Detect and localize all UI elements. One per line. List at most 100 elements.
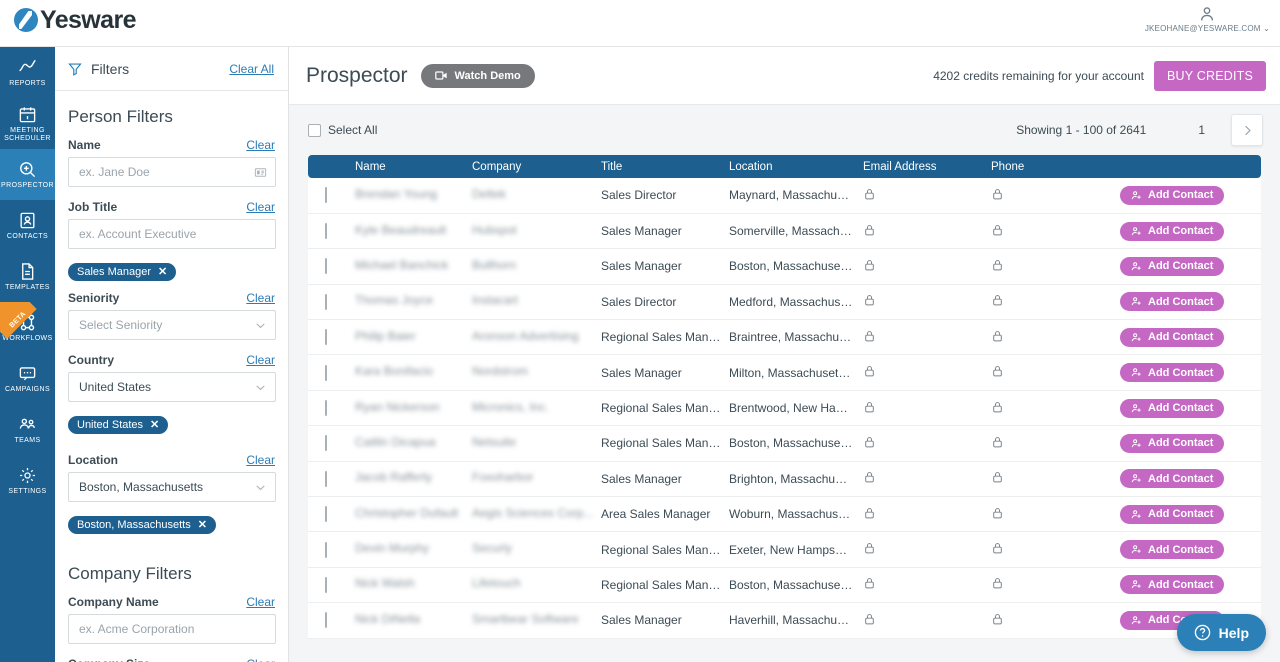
row-phone-cell[interactable] — [991, 320, 1120, 355]
row-email-cell[interactable] — [863, 249, 991, 284]
row-checkbox[interactable] — [325, 542, 327, 558]
table-header-company[interactable]: Company — [472, 155, 601, 178]
row-email-cell[interactable] — [863, 603, 991, 638]
row-checkbox-cell[interactable] — [308, 178, 355, 213]
row-phone-cell[interactable] — [991, 249, 1120, 284]
table-header-name[interactable]: Name — [355, 155, 472, 178]
add-contact-button[interactable]: Add Contact — [1120, 222, 1224, 241]
lock-icon[interactable] — [991, 292, 1004, 308]
lock-icon[interactable] — [991, 363, 1004, 379]
buy-credits-button[interactable]: BUY CREDITS — [1154, 61, 1266, 91]
row-checkbox-cell[interactable] — [308, 213, 355, 248]
sidebar-item-reports[interactable]: REPORTS — [0, 47, 55, 98]
select-all-control[interactable]: Select All — [308, 123, 377, 137]
row-email-cell[interactable] — [863, 284, 991, 319]
country-select[interactable]: United States — [68, 372, 276, 402]
row-checkbox[interactable] — [325, 506, 327, 522]
lock-icon[interactable] — [863, 363, 876, 379]
lock-icon[interactable] — [991, 257, 1004, 273]
table-row[interactable]: Nick WalshLifetouchRegional Sales Mana..… — [308, 567, 1261, 602]
lock-icon[interactable] — [863, 292, 876, 308]
current-page-number[interactable]: 1 — [1198, 123, 1205, 137]
table-header-location[interactable]: Location — [729, 155, 863, 178]
lock-icon[interactable] — [863, 611, 876, 627]
lock-icon[interactable] — [991, 505, 1004, 521]
row-checkbox-cell[interactable] — [308, 461, 355, 496]
table-row[interactable]: Philip BaierAronson AdvertisingRegional … — [308, 320, 1261, 355]
lock-icon[interactable] — [991, 186, 1004, 202]
lock-icon[interactable] — [863, 257, 876, 273]
row-email-cell[interactable] — [863, 461, 991, 496]
lock-icon[interactable] — [863, 222, 876, 238]
select-all-checkbox[interactable] — [308, 124, 321, 137]
add-contact-button[interactable]: Add Contact — [1120, 505, 1224, 524]
lock-icon[interactable] — [991, 575, 1004, 591]
add-contact-button[interactable]: Add Contact — [1120, 434, 1224, 453]
add-contact-button[interactable]: Add Contact — [1120, 186, 1224, 205]
row-checkbox[interactable] — [325, 612, 327, 628]
job-title-input-wrap[interactable] — [68, 219, 276, 249]
row-checkbox[interactable] — [325, 471, 327, 487]
lock-icon[interactable] — [991, 222, 1004, 238]
row-phone-cell[interactable] — [991, 461, 1120, 496]
row-phone-cell[interactable] — [991, 355, 1120, 390]
sidebar-item-meeting-scheduler[interactable]: MEETING SCHEDULER — [0, 98, 55, 149]
lock-icon[interactable] — [991, 611, 1004, 627]
row-email-cell[interactable] — [863, 355, 991, 390]
company-name-input-wrap[interactable] — [68, 614, 276, 644]
clear-job-title-link[interactable]: Clear — [246, 200, 275, 214]
location-chip[interactable]: Boston, Massachusetts ✕ — [68, 516, 216, 534]
add-contact-button[interactable]: Add Contact — [1120, 292, 1224, 311]
row-checkbox-cell[interactable] — [308, 497, 355, 532]
row-checkbox[interactable] — [325, 400, 327, 416]
row-email-cell[interactable] — [863, 426, 991, 461]
table-row[interactable]: Brendan YoungDeltekSales DirectorMaynard… — [308, 178, 1261, 213]
add-contact-button[interactable]: Add Contact — [1120, 257, 1224, 276]
row-checkbox[interactable] — [325, 329, 327, 345]
row-checkbox[interactable] — [325, 223, 327, 239]
table-row[interactable]: Christopher DufaultAegis Sciences Corp..… — [308, 497, 1261, 532]
add-contact-button[interactable]: Add Contact — [1120, 399, 1224, 418]
table-row[interactable]: Jacob RaffertyFoxoharborSales ManagerBri… — [308, 461, 1261, 496]
chip-remove-icon[interactable]: ✕ — [158, 267, 167, 278]
row-email-cell[interactable] — [863, 390, 991, 425]
chip-remove-icon[interactable]: ✕ — [150, 420, 159, 431]
name-input[interactable] — [79, 165, 254, 179]
lock-icon[interactable] — [863, 328, 876, 344]
row-checkbox[interactable] — [325, 435, 327, 451]
job-title-chip[interactable]: Sales Manager ✕ — [68, 263, 176, 281]
lock-icon[interactable] — [863, 399, 876, 415]
clear-country-link[interactable]: Clear — [246, 353, 275, 367]
table-row[interactable]: Nick DiNellaSmartbear SoftwareSales Mana… — [308, 603, 1261, 638]
row-checkbox[interactable] — [325, 187, 327, 203]
row-checkbox[interactable] — [325, 294, 327, 310]
row-phone-cell[interactable] — [991, 497, 1120, 532]
row-email-cell[interactable] — [863, 178, 991, 213]
sidebar-item-templates[interactable]: TEMPLATES — [0, 251, 55, 302]
row-phone-cell[interactable] — [991, 213, 1120, 248]
id-card-icon[interactable] — [254, 166, 267, 179]
row-checkbox-cell[interactable] — [308, 249, 355, 284]
company-name-input[interactable] — [79, 622, 267, 636]
clear-company-size-link[interactable]: Clear — [246, 657, 275, 662]
table-header-phone[interactable]: Phone — [991, 155, 1120, 178]
clear-company-name-link[interactable]: Clear — [246, 595, 275, 609]
name-input-wrap[interactable] — [68, 157, 276, 187]
row-checkbox-cell[interactable] — [308, 567, 355, 602]
table-header-email[interactable]: Email Address — [863, 155, 991, 178]
table-row[interactable]: Caitlin DicapuaNetsuiteRegional Sales Ma… — [308, 426, 1261, 461]
lock-icon[interactable] — [863, 540, 876, 556]
add-contact-button[interactable]: Add Contact — [1120, 540, 1224, 559]
table-row[interactable]: Devin MurphySecurlyRegional Sales Mana..… — [308, 532, 1261, 567]
account-menu[interactable]: JKEOHANE@YESWARE.COM ⌄ — [1145, 5, 1270, 33]
lock-icon[interactable] — [991, 434, 1004, 450]
table-row[interactable]: Thomas JoyceInstacartSales DirectorMedfo… — [308, 284, 1261, 319]
row-checkbox-cell[interactable] — [308, 532, 355, 567]
row-email-cell[interactable] — [863, 320, 991, 355]
lock-icon[interactable] — [863, 186, 876, 202]
row-checkbox-cell[interactable] — [308, 355, 355, 390]
row-checkbox[interactable] — [325, 365, 327, 381]
row-checkbox-cell[interactable] — [308, 390, 355, 425]
row-phone-cell[interactable] — [991, 567, 1120, 602]
row-phone-cell[interactable] — [991, 284, 1120, 319]
